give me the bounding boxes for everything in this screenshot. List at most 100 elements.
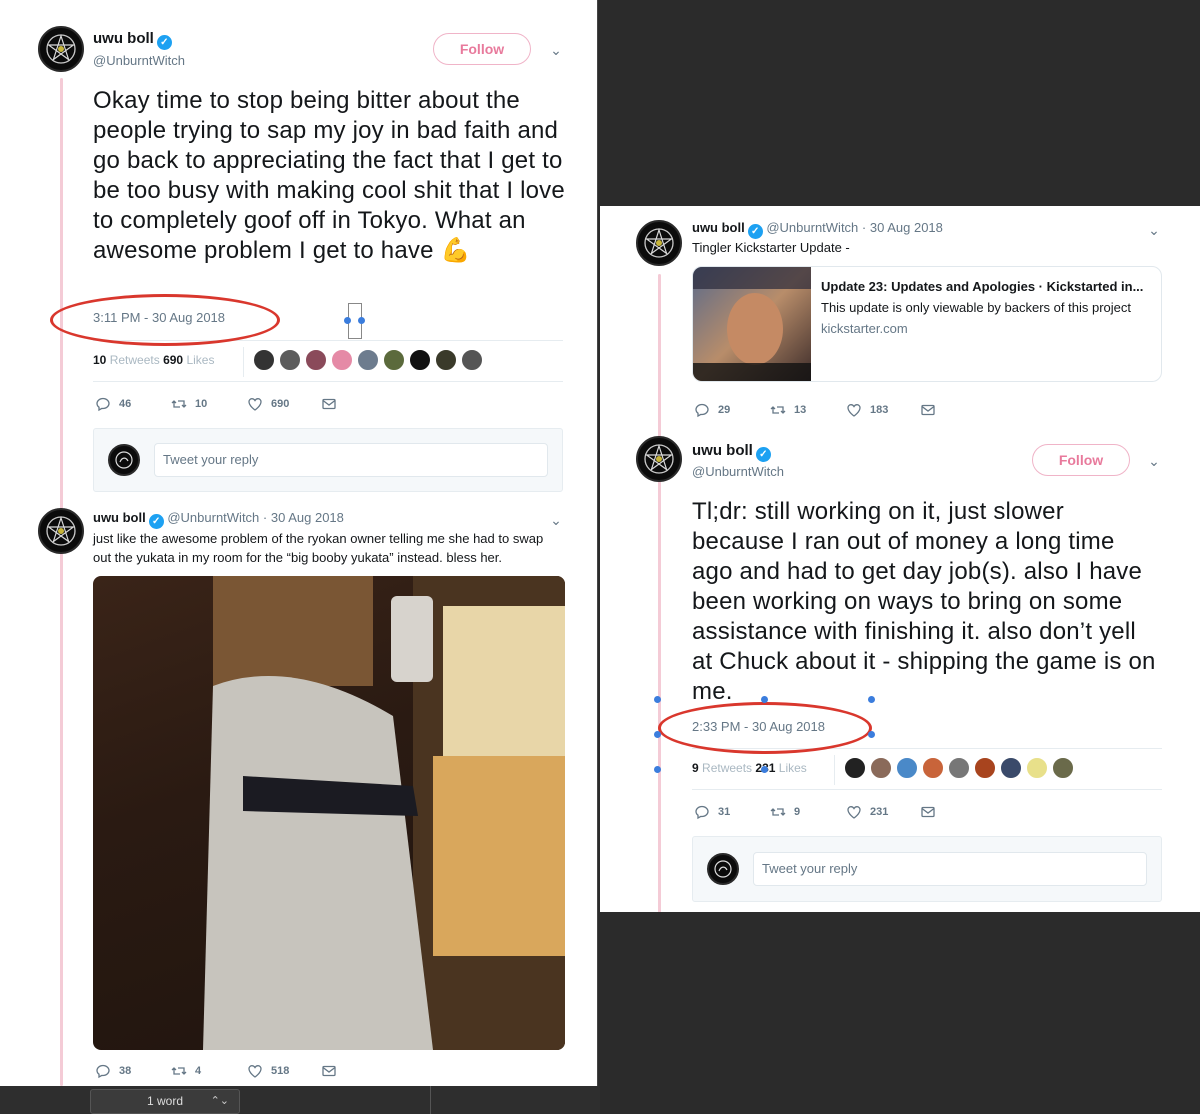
avatar[interactable] [636, 220, 682, 266]
liker-avatar[interactable] [357, 349, 379, 371]
reply-action[interactable]: 31 [694, 804, 730, 820]
reply-icon [695, 805, 709, 820]
retweet-action[interactable]: 9 [770, 804, 800, 820]
tweet-text: just like the awesome problem of the ryo… [93, 531, 544, 565]
liker-avatar[interactable] [279, 349, 301, 371]
verified-badge-icon: ✓ [148, 514, 164, 529]
display-name[interactable]: uwu boll ✓ [692, 442, 771, 462]
heart-icon [248, 1065, 262, 1078]
liker-avatar[interactable] [1000, 757, 1022, 779]
chevron-down-icon[interactable]: ⌄ [548, 42, 564, 58]
avatar[interactable] [636, 436, 682, 482]
red-circle-annotation [50, 294, 280, 346]
message-action[interactable] [321, 1063, 337, 1079]
word-count-indicator[interactable]: 1 word ⌃⌄ [90, 1089, 240, 1114]
selection-handle[interactable] [654, 696, 661, 703]
retweet-icon [171, 1067, 187, 1075]
tweet-date[interactable]: · 30 Aug 2018 [263, 510, 344, 525]
selection-handle[interactable] [868, 731, 875, 738]
selection-handle[interactable] [654, 766, 661, 773]
liker-avatar[interactable] [1026, 757, 1048, 779]
retweet-icon [770, 808, 786, 816]
heart-icon [248, 398, 262, 411]
retweet-action[interactable]: 10 [171, 396, 207, 412]
liker-avatar[interactable] [331, 349, 353, 371]
follow-button[interactable]: Follow [1032, 444, 1130, 476]
liker-avatar[interactable] [305, 349, 327, 371]
retweet-action[interactable]: 13 [770, 402, 806, 418]
card-title: Update 23: Updates and Apologies · Kicks… [821, 279, 1144, 294]
chevron-down-icon[interactable]: ⌄ [1146, 453, 1162, 469]
handle[interactable]: @UnburntWitch [766, 220, 858, 235]
message-action[interactable] [321, 396, 337, 412]
reply-action[interactable]: 29 [694, 402, 730, 418]
avatar[interactable] [38, 26, 84, 72]
display-name[interactable]: uwu boll ✓ @UnburntWitch · 30 Aug 2018 [692, 220, 943, 239]
reply-icon [96, 397, 110, 412]
liker-avatar[interactable] [844, 757, 866, 779]
heart-icon [847, 806, 861, 819]
liker-avatar[interactable] [974, 757, 996, 779]
reply-input[interactable]: Tweet your reply [154, 443, 548, 477]
tweet-text: Tingler Kickstarter Update - [692, 240, 850, 255]
retweet-action[interactable]: 4 [171, 1063, 201, 1079]
retweet-icon [770, 406, 786, 414]
liker-avatar[interactable] [461, 349, 483, 371]
user-avatar-icon [714, 860, 732, 878]
chevron-down-icon[interactable]: ⌄ [548, 512, 564, 528]
heart-icon [847, 404, 861, 417]
envelope-icon [322, 1065, 336, 1077]
selection-handle[interactable] [344, 317, 351, 324]
reply-icon [695, 403, 709, 418]
stats-divider [243, 347, 244, 377]
tweet-text: Okay time to stop being bitter about the… [93, 87, 565, 264]
avatar[interactable] [38, 508, 84, 554]
reply-action[interactable]: 38 [95, 1063, 131, 1079]
display-name[interactable]: uwu boll ✓ @UnburntWitch · 30 Aug 2018 [93, 510, 344, 529]
verified-badge-icon: ✓ [747, 224, 763, 239]
verified-badge-icon: ✓ [755, 447, 771, 462]
engagement-counts[interactable]: 9 Retweets 231 Likes [692, 761, 807, 775]
selection-handle[interactable] [654, 731, 661, 738]
liker-avatar[interactable] [409, 349, 431, 371]
link-card[interactable]: Update 23: Updates and Apologies · Kicks… [692, 266, 1162, 382]
tweet-photo[interactable] [93, 576, 565, 1050]
handle[interactable]: @UnburntWitch [93, 53, 185, 68]
stats-divider [834, 755, 835, 785]
display-name[interactable]: uwu boll ✓ [93, 30, 172, 50]
liker-avatar[interactable] [383, 349, 405, 371]
reply-box: Tweet your reply [692, 836, 1162, 902]
user-avatar [108, 444, 140, 476]
selection-handle[interactable] [761, 696, 768, 703]
like-action[interactable]: 231 [846, 804, 888, 820]
liker-avatar[interactable] [435, 349, 457, 371]
selection-handle[interactable] [868, 696, 875, 703]
like-action[interactable]: 183 [846, 402, 888, 418]
tweet-text: Tl;dr: still working on it, just slower … [692, 498, 1156, 705]
follow-button[interactable]: Follow [433, 33, 531, 65]
liker-avatar[interactable] [896, 757, 918, 779]
liker-avatar[interactable] [1052, 757, 1074, 779]
reply-input[interactable]: Tweet your reply [753, 852, 1147, 886]
like-action[interactable]: 690 [247, 396, 289, 412]
like-action[interactable]: 518 [247, 1063, 289, 1079]
liker-avatar[interactable] [922, 757, 944, 779]
liker-avatar[interactable] [253, 349, 275, 371]
tweet-actions: 46 10 690 [95, 396, 395, 416]
reply-action[interactable]: 46 [95, 396, 131, 412]
tweet-date[interactable]: · 30 Aug 2018 [862, 220, 943, 235]
liker-avatar[interactable] [948, 757, 970, 779]
engagement-counts[interactable]: 10 Retweets 690 Likes [93, 353, 214, 367]
liker-avatar[interactable] [870, 757, 892, 779]
handle[interactable]: @UnburntWitch [167, 510, 259, 525]
chevron-down-icon[interactable]: ⌄ [1146, 222, 1162, 238]
stepper-arrows-icon[interactable]: ⌃⌄ [211, 1090, 229, 1113]
message-action[interactable] [920, 804, 936, 820]
pentagram-icon [644, 228, 674, 258]
stats-row: 10 Retweets 690 Likes [93, 340, 563, 382]
handle[interactable]: @UnburntWitch [692, 464, 784, 479]
selection-handle[interactable] [761, 766, 768, 773]
selection-handle[interactable] [358, 317, 365, 324]
red-circle-annotation [658, 702, 872, 754]
message-action[interactable] [920, 402, 936, 418]
